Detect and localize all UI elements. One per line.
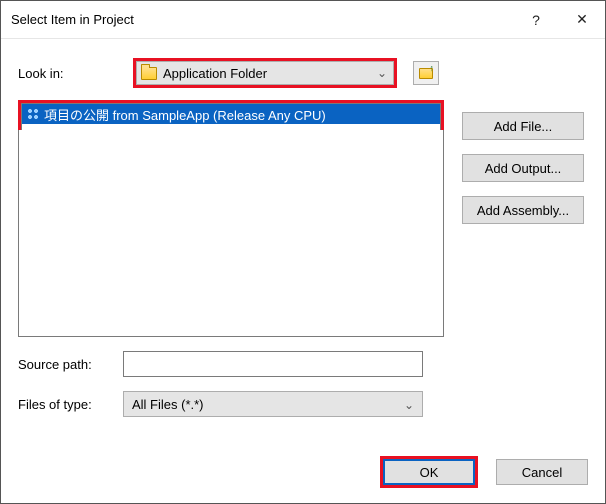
listbox-column: 項目の公開 from SampleApp (Release Any CPU) <box>18 100 444 337</box>
listbox-highlight-box: 項目の公開 from SampleApp (Release Any CPU) <box>18 100 444 130</box>
source-path-input[interactable] <box>123 351 423 377</box>
lookin-value: Application Folder <box>163 66 389 81</box>
form-rows: Source path: Files of type: All Files (*… <box>18 351 588 417</box>
side-buttons: Add File... Add Output... Add Assembly..… <box>462 112 584 224</box>
lookin-label: Look in: <box>18 66 123 81</box>
ok-button[interactable]: OK <box>383 459 475 485</box>
add-output-button[interactable]: Add Output... <box>462 154 584 182</box>
up-one-level-button[interactable] <box>413 61 439 85</box>
titlebar: Select Item in Project ? ✕ <box>1 1 605 39</box>
files-of-type-value: All Files (*.*) <box>132 397 204 412</box>
files-of-type-label: Files of type: <box>18 397 123 412</box>
files-of-type-combobox[interactable]: All Files (*.*) ⌄ <box>123 391 423 417</box>
project-items-listbox-body[interactable] <box>18 130 444 337</box>
dialog-content: Look in: Application Folder ⌄ <box>2 40 604 502</box>
folder-up-icon <box>419 68 433 79</box>
dialog-buttons: OK Cancel <box>380 456 588 488</box>
lookin-row: Look in: Application Folder ⌄ <box>18 58 588 88</box>
lookin-combobox[interactable]: Application Folder ⌄ <box>136 61 394 85</box>
ok-highlight-box: OK <box>380 456 478 488</box>
folder-icon <box>141 67 157 80</box>
add-assembly-button[interactable]: Add Assembly... <box>462 196 584 224</box>
source-path-row: Source path: <box>18 351 588 377</box>
project-output-icon <box>26 107 40 121</box>
lookin-highlight-box: Application Folder ⌄ <box>133 58 397 88</box>
source-path-label: Source path: <box>18 357 123 372</box>
list-item-label: 項目の公開 from SampleApp (Release Any CPU) <box>44 105 326 124</box>
list-item[interactable]: 項目の公開 from SampleApp (Release Any CPU) <box>22 104 440 124</box>
window-title: Select Item in Project <box>11 12 134 27</box>
chevron-down-icon: ⌄ <box>404 398 414 412</box>
titlebar-controls: ? ✕ <box>513 1 605 39</box>
add-file-button[interactable]: Add File... <box>462 112 584 140</box>
help-button[interactable]: ? <box>513 1 559 39</box>
project-items-listbox[interactable]: 項目の公開 from SampleApp (Release Any CPU) <box>21 103 441 131</box>
close-button[interactable]: ✕ <box>559 1 605 39</box>
chevron-down-icon: ⌄ <box>377 66 387 80</box>
middle-area: 項目の公開 from SampleApp (Release Any CPU) A… <box>18 100 588 337</box>
cancel-button[interactable]: Cancel <box>496 459 588 485</box>
files-of-type-row: Files of type: All Files (*.*) ⌄ <box>18 391 588 417</box>
select-item-dialog: Select Item in Project ? ✕ Look in: Appl… <box>0 0 606 504</box>
